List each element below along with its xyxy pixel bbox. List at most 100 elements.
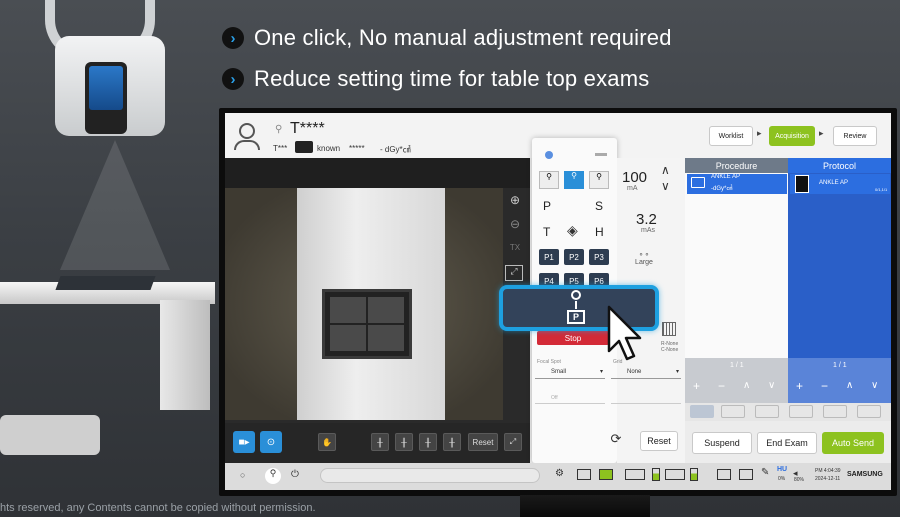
focal-spot-value: Small [551, 369, 567, 375]
expand-icon[interactable]: ⤢ [504, 433, 522, 451]
protocol-up-icon[interactable]: ∧ [846, 380, 853, 391]
tool-icon-2[interactable] [721, 405, 745, 418]
folder-icon [691, 177, 705, 188]
viewer-reset-button[interactable]: Reset [468, 433, 498, 451]
tool-icon-3[interactable] [755, 405, 779, 418]
procedure-dose: -dGy*㎠ [711, 186, 733, 192]
grid-tool-1-icon[interactable]: ╫ [371, 433, 389, 451]
patient-name: T**** [290, 120, 325, 137]
filter-off-value: Off [551, 395, 558, 401]
wrench-icon: ✎ [761, 467, 770, 478]
grid-value: None [627, 369, 642, 375]
ma-up-icon[interactable]: ∧ [661, 163, 670, 177]
end-exam-button[interactable]: End Exam [757, 432, 817, 454]
grid-tool-4-icon[interactable]: ╫ [443, 433, 461, 451]
message-field[interactable] [320, 468, 540, 483]
ma-unit: mA [627, 185, 638, 192]
label-p: P [543, 199, 552, 213]
xray-light-beam [60, 140, 170, 270]
status-icon-4 [665, 469, 685, 480]
mas-unit: mAs [641, 227, 655, 234]
patient-id: T*** [273, 144, 288, 153]
floor-base [0, 415, 100, 455]
person-icon: ⚲ [275, 124, 283, 135]
rotate-icon[interactable]: ⟳ [605, 431, 627, 451]
headline-2-text: Reduce setting time for table top exams [254, 66, 650, 91]
tube-icon [571, 290, 581, 300]
grid-select[interactable]: None ▾ [611, 365, 681, 379]
mouse-pointer-icon [607, 305, 642, 361]
label-s: S [595, 199, 604, 213]
detector-plate [55, 276, 156, 290]
settings-icon[interactable]: ⚙ [555, 468, 564, 479]
preset-p3[interactable]: P3 [589, 249, 609, 265]
tool-icon-1[interactable] [690, 405, 714, 418]
grid-tool-3-icon[interactable]: ╫ [419, 433, 437, 451]
tube-beam-icon [575, 301, 577, 309]
procedure-up-icon[interactable]: ∧ [743, 380, 750, 391]
search-icon[interactable]: ⚲ [265, 468, 281, 484]
status-icon-1 [577, 469, 591, 480]
stop-button[interactable]: Stop [537, 331, 609, 345]
preset-p1[interactable]: P1 [539, 249, 559, 265]
preset-p2[interactable]: P2 [564, 249, 584, 265]
table-pedestal [160, 300, 210, 410]
step-arrow-icon: ▸ [819, 128, 824, 138]
grid-lines-icon[interactable] [662, 322, 676, 336]
worklist-step[interactable]: Worklist [709, 126, 753, 146]
review-step[interactable]: Review [833, 126, 877, 146]
status-icon-3 [625, 469, 645, 480]
p-position-icon: P [567, 310, 585, 324]
zoom-in-icon[interactable]: ⊕ [505, 193, 525, 211]
protocol-name: ANKLE AP [819, 180, 849, 186]
remove-protocol-icon[interactable]: − [821, 379, 828, 393]
label-h: H [595, 225, 604, 239]
grid-tool-2-icon[interactable]: ╫ [395, 433, 413, 451]
headline-1-text: One click, No manual adjustment required [254, 25, 672, 50]
monitor-icon [717, 469, 731, 480]
focal-spot-select[interactable]: Small ▾ [535, 365, 605, 379]
headline-2: › Reduce setting time for table top exam… [222, 66, 649, 92]
position-standing-icon[interactable]: ⚲ [539, 171, 559, 189]
procedure-header: Procedure [685, 158, 788, 173]
remove-procedure-icon[interactable]: − [718, 379, 725, 393]
chevron-right-icon: › [222, 27, 244, 49]
tx-button[interactable]: TX [505, 243, 525, 259]
power-icon[interactable]: ⏻ [291, 469, 299, 480]
acquisition-step[interactable]: Acquisition [769, 126, 815, 146]
auto-send-button[interactable]: Auto Send [822, 432, 884, 454]
procedure-down-icon[interactable]: ∨ [768, 380, 775, 391]
crop-icon[interactable]: ⤢ [505, 265, 523, 281]
label-t: T [543, 225, 551, 239]
copyright-text: hts reserved, any Contents cannot be cop… [0, 502, 316, 514]
keyboard-icon[interactable] [295, 141, 313, 153]
add-protocol-icon[interactable]: + [796, 379, 803, 393]
zoom-out-icon[interactable]: ⊖ [505, 217, 525, 235]
add-procedure-icon[interactable]: + [693, 379, 700, 393]
position-table-icon[interactable]: ⚲ [564, 171, 584, 189]
panel-reset-button[interactable]: Reset [640, 431, 678, 451]
snapshot-camera-button[interactable]: ⊙ [260, 431, 282, 453]
suspend-button[interactable]: Suspend [692, 432, 752, 454]
tube-control-screen [85, 62, 127, 134]
patient-avatar-icon[interactable] [234, 123, 260, 153]
tool-icon-6[interactable] [857, 405, 881, 418]
video-camera-button[interactable]: ■▸ [233, 431, 255, 453]
detector-frame [322, 289, 412, 359]
chevron-right-icon: › [222, 68, 244, 90]
focal-large-icon[interactable]: ⚬⚬ Large [633, 251, 655, 273]
panel-handle-icon[interactable] [595, 153, 607, 156]
hand-tool-icon[interactable]: ✋ [318, 433, 336, 451]
diamond-icon[interactable]: ◈ [567, 222, 578, 239]
mas-value: 3.2 [636, 211, 657, 228]
tool-icon-4[interactable] [789, 405, 813, 418]
focal-large-label: Large [635, 259, 653, 266]
position-wall-icon[interactable]: ⚲ [589, 171, 609, 189]
procedure-name: ANKLE AP [711, 174, 741, 180]
filter-off-select[interactable]: Off [535, 392, 605, 404]
ma-down-icon[interactable]: ∨ [661, 179, 670, 193]
headline-1: › One click, No manual adjustment requir… [222, 25, 672, 51]
protocol-down-icon[interactable]: ∨ [871, 380, 878, 391]
home-icon[interactable]: ○ [240, 470, 245, 480]
tool-icon-5[interactable] [823, 405, 847, 418]
